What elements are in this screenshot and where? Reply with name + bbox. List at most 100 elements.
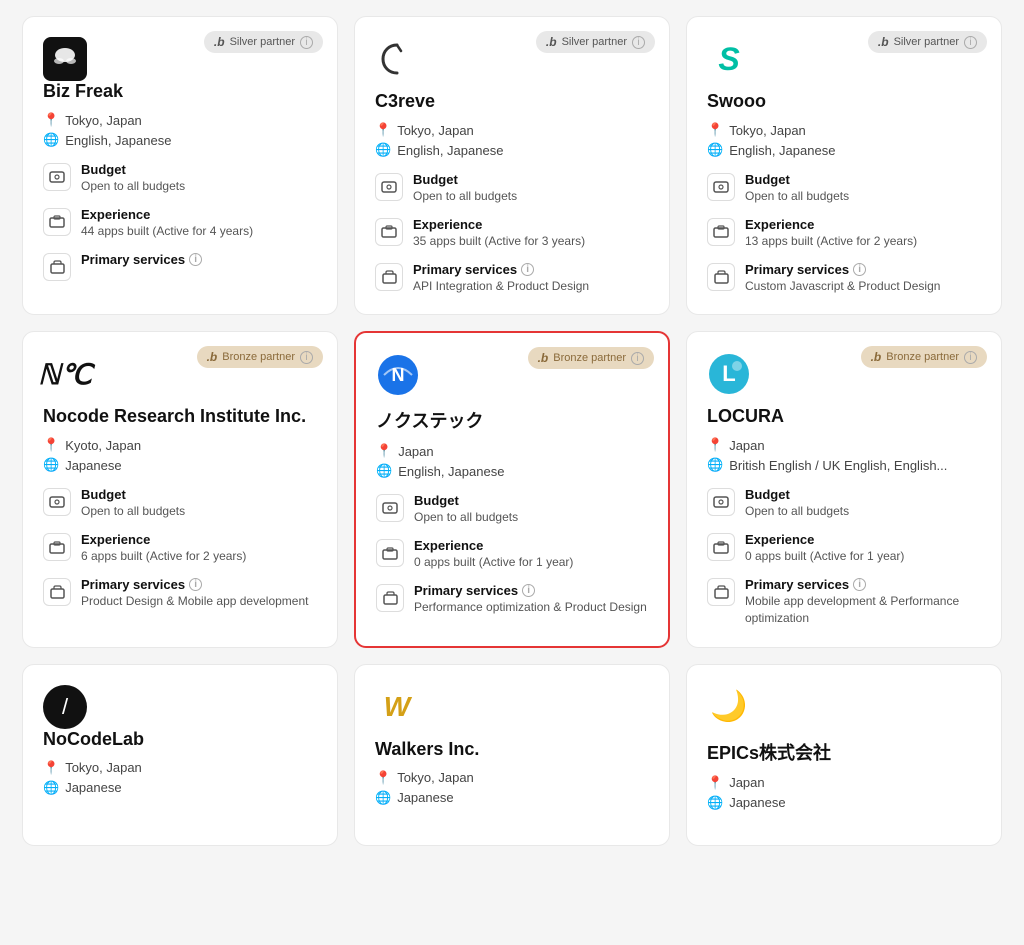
partner-badge: .b Bronze partner i [528, 347, 654, 369]
info-icon[interactable]: i [631, 352, 644, 365]
services-info-icon[interactable]: i [521, 263, 534, 276]
card-nokustech[interactable]: .b Bronze partner i N ノクステック 📍 Japan 🌐 E… [354, 331, 670, 647]
services-icon [43, 578, 71, 606]
budget-value: Open to all budgets [745, 503, 849, 520]
experience-label: Experience [81, 532, 246, 547]
experience-item: Experience 35 apps built (Active for 3 y… [375, 217, 649, 250]
services-value: Performance optimization & Product Desig… [414, 599, 647, 616]
language-row: 🌐 English, Japanese [707, 142, 981, 158]
primary-services-item: Primary services i [43, 252, 317, 281]
partner-label: Bronze partner [553, 352, 626, 364]
budget-value: Open to all budgets [745, 188, 849, 205]
budget-icon [375, 173, 403, 201]
experience-item: Experience 44 apps built (Active for 4 y… [43, 207, 317, 240]
bubble-icon: .b [538, 351, 549, 365]
company-name: Biz Freak [43, 81, 317, 102]
card-swooo[interactable]: .b Silver partner i S Swooo 📍 Tokyo, Jap… [686, 16, 1002, 315]
location-value: Japan [398, 444, 433, 459]
services-info-icon[interactable]: i [853, 263, 866, 276]
bubble-icon: .b [214, 35, 225, 49]
info-icon[interactable]: i [964, 36, 977, 49]
budget-text: Budget Open to all budgets [81, 487, 185, 520]
location-row: 📍 Tokyo, Japan [375, 122, 649, 138]
info-icon[interactable]: i [964, 351, 977, 364]
nokustech-logo: N [376, 353, 420, 397]
location-value: Tokyo, Japan [65, 760, 142, 775]
primary-services-item: Primary services i Product Design & Mobi… [43, 577, 317, 610]
partner-label: Silver partner [562, 36, 627, 48]
services-info-icon[interactable]: i [853, 578, 866, 591]
budget-value: Open to all budgets [413, 188, 517, 205]
location-row: 📍 Japan [707, 437, 981, 453]
language-icon: 🌐 [43, 780, 59, 796]
budget-label: Budget [81, 162, 185, 177]
services-info-icon[interactable]: i [189, 578, 202, 591]
language-icon: 🌐 [375, 142, 391, 158]
card-nocode-research[interactable]: .b Bronze partner i ℕ℃ Nocode Research I… [22, 331, 338, 647]
location-value: Tokyo, Japan [397, 770, 474, 785]
language-value: English, Japanese [729, 143, 835, 158]
card-epics[interactable]: 🌙 EPICs株式会社 📍 Japan 🌐 Japanese [686, 664, 1002, 846]
budget-item: Budget Open to all budgets [43, 487, 317, 520]
language-icon: 🌐 [43, 132, 59, 148]
experience-icon [43, 208, 71, 236]
card-c3reve[interactable]: .b Silver partner i C3reve 📍 Tokyo, Japa… [354, 16, 670, 315]
budget-item: Budget Open to all budgets [375, 172, 649, 205]
language-icon: 🌐 [707, 142, 723, 158]
primary-services-item: Primary services i Performance optimizat… [376, 583, 648, 616]
budget-label: Budget [413, 172, 517, 187]
card-bizfreak[interactable]: .b Silver partner i Biz Freak 📍 Tokyo, J… [22, 16, 338, 315]
budget-item: Budget Open to all budgets [43, 162, 317, 195]
card-locura[interactable]: .b Bronze partner i L LOCURA 📍 Japan 🌐 B… [686, 331, 1002, 647]
experience-icon [376, 539, 404, 567]
location-icon: 📍 [376, 443, 392, 459]
language-row: 🌐 English, Japanese [43, 132, 317, 148]
services-text: Primary services i Product Design & Mobi… [81, 577, 308, 610]
primary-services-item: Primary services i Custom Javascript & P… [707, 262, 981, 295]
language-icon: 🌐 [375, 790, 391, 806]
location-value: Japan [729, 438, 764, 453]
info-icon[interactable]: i [632, 36, 645, 49]
services-value: Product Design & Mobile app development [81, 593, 308, 610]
location-row: 📍 Tokyo, Japan [43, 112, 317, 128]
details-section: Budget Open to all budgets Experience 0 … [707, 487, 981, 626]
language-value: British English / UK English, English... [729, 458, 947, 473]
company-name: Walkers Inc. [375, 739, 649, 760]
experience-label: Experience [745, 217, 917, 232]
services-value: API Integration & Product Design [413, 278, 589, 295]
details-section: Budget Open to all budgets Experience 0 … [376, 493, 648, 615]
info-icon[interactable]: i [300, 36, 313, 49]
bubble-icon: .b [546, 35, 557, 49]
services-info-icon[interactable]: i [189, 253, 202, 266]
language-value: English, Japanese [65, 133, 171, 148]
services-label: Primary services i [745, 577, 981, 592]
company-name: Nocode Research Institute Inc. [43, 406, 317, 427]
budget-icon [376, 494, 404, 522]
language-icon: 🌐 [707, 457, 723, 473]
language-icon: 🌐 [707, 795, 723, 811]
locura-logo: L [707, 352, 751, 396]
info-icon[interactable]: i [300, 351, 313, 364]
language-row: 🌐 Japanese [43, 780, 317, 796]
experience-item: Experience 0 apps built (Active for 1 ye… [376, 538, 648, 571]
services-text: Primary services i [81, 252, 202, 268]
experience-item: Experience 13 apps built (Active for 2 y… [707, 217, 981, 250]
budget-text: Budget Open to all budgets [413, 172, 517, 205]
epics-logo: 🌙 [707, 685, 751, 729]
partner-label: Bronze partner [222, 351, 295, 363]
experience-label: Experience [413, 217, 585, 232]
services-text: Primary services i API Integration & Pro… [413, 262, 589, 295]
location-row: 📍 Kyoto, Japan [43, 437, 317, 453]
card-nocodelab[interactable]: / NoCodeLab 📍 Tokyo, Japan 🌐 Japanese [22, 664, 338, 846]
location-value: Kyoto, Japan [65, 438, 141, 453]
services-icon [376, 584, 404, 612]
services-info-icon[interactable]: i [522, 584, 535, 597]
location-row: 📍 Japan [376, 443, 648, 459]
location-row: 📍 Tokyo, Japan [43, 760, 317, 776]
company-name: NoCodeLab [43, 729, 317, 750]
partner-grid: .b Silver partner i Biz Freak 📍 Tokyo, J… [22, 16, 1002, 846]
experience-text: Experience 0 apps built (Active for 1 ye… [745, 532, 904, 565]
experience-text: Experience 13 apps built (Active for 2 y… [745, 217, 917, 250]
budget-icon [43, 488, 71, 516]
card-walkers[interactable]: W Walkers Inc. 📍 Tokyo, Japan 🌐 Japanese [354, 664, 670, 846]
